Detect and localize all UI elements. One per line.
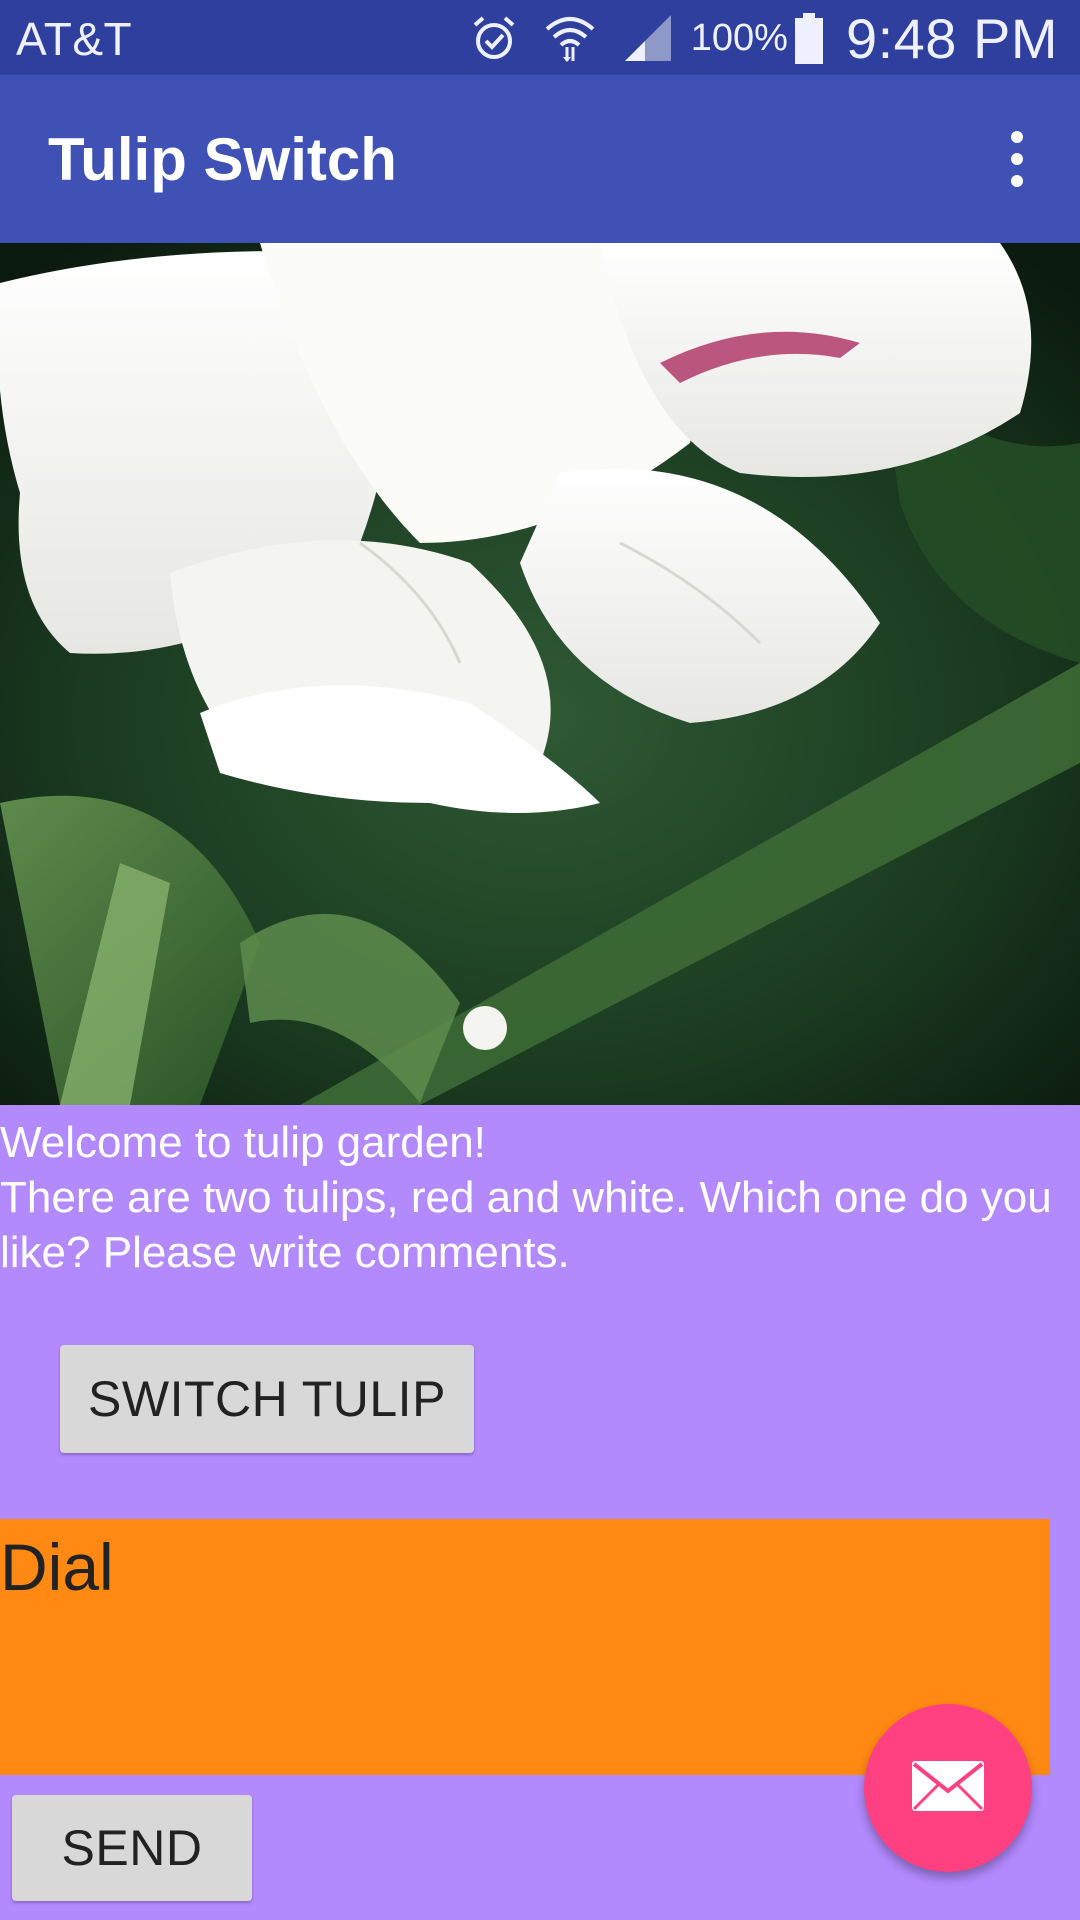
app-title: Tulip Switch: [48, 126, 397, 193]
mail-icon: [910, 1759, 986, 1818]
carrier-name: AT&T: [16, 13, 133, 65]
switch-tulip-button[interactable]: SWITCH TULIP: [60, 1345, 474, 1453]
status-bar: AT&T 100% 9:48 PM: [0, 0, 1080, 75]
signal-icon: [621, 11, 675, 65]
battery-icon: [794, 11, 824, 65]
welcome-title: Welcome to tulip garden!: [0, 1118, 486, 1167]
clock: 9:48 PM: [845, 6, 1058, 70]
dial-text: Dial: [0, 1530, 114, 1604]
overflow-menu-icon[interactable]: [1002, 131, 1032, 187]
tulip-image: [0, 243, 1080, 1105]
welcome-description: There are two tulips, red and white. Whi…: [0, 1173, 1052, 1277]
mail-fab-button[interactable]: [864, 1704, 1032, 1872]
battery-percent: 100%: [690, 16, 788, 59]
send-button[interactable]: SEND: [12, 1795, 252, 1901]
status-icons: 100% 9:48 PM: [469, 6, 1058, 70]
wifi-icon: [543, 11, 597, 65]
alarm-icon: [469, 13, 519, 63]
welcome-text: Welcome to tulip garden! There are two t…: [0, 1115, 1070, 1280]
app-bar: Tulip Switch: [0, 75, 1080, 243]
